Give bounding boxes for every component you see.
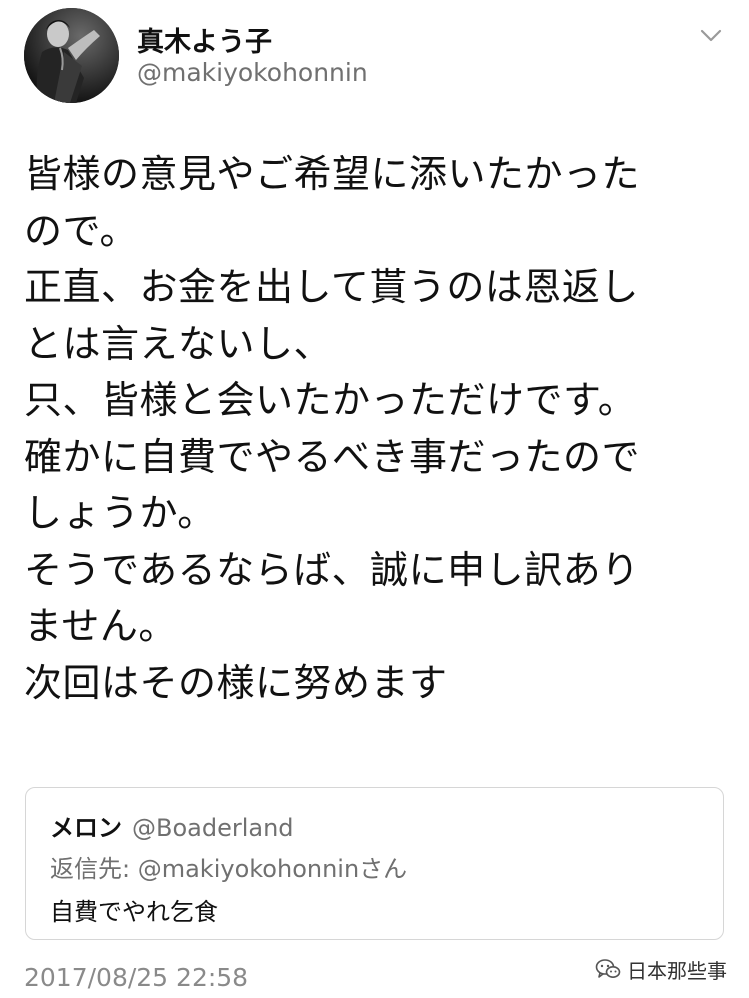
tweet-text: 皆様の意見やご希望に添いたかった ので。 正直、お金を出して貰うのは恩返し とは… xyxy=(24,146,729,711)
chevron-down-icon[interactable] xyxy=(698,22,724,48)
quoted-display-name[interactable]: メロン xyxy=(50,814,122,842)
tweet-text-line: 正直、お金を出して貰うのは恩返し xyxy=(24,265,639,309)
quoted-text: 自費でやれ乞食 xyxy=(50,898,218,926)
tweet-text-line: そうであるならば、誠に申し訳あり xyxy=(24,547,640,592)
tweet-text-line: 確かに自費でやるべき事だったので xyxy=(24,434,641,479)
tweet-text-line: しょうか。 xyxy=(24,491,216,535)
watermark-text: 日本那些事 xyxy=(627,958,727,983)
quoted-reply-to: 返信先: @makiyokohonninさん xyxy=(50,855,408,883)
watermark: 日本那些事 xyxy=(595,956,727,983)
tweet-text-line: とは言えないし、 xyxy=(24,321,333,366)
tweet-header: 真木よう子 @makiyokohonnin xyxy=(24,8,724,104)
quoted-author: メロン @Boaderland xyxy=(50,808,294,843)
tweet-card: 真木よう子 @makiyokohonnin 皆様の意見やご希望に添いたかった の… xyxy=(0,0,749,998)
quoted-tweet[interactable]: メロン @Boaderland 返信先: @makiyokohonninさん 自費… xyxy=(25,787,724,940)
tweet-text-line: ません。 xyxy=(24,604,177,648)
avatar-photo xyxy=(24,8,119,103)
tweet-text-line: ので。 xyxy=(24,208,138,253)
avatar[interactable] xyxy=(24,8,119,103)
wechat-icon xyxy=(595,958,621,980)
tweet-text-line: 只、皆様と会いたかっただけです。 xyxy=(24,378,637,422)
display-name[interactable]: 真木よう子 xyxy=(137,20,272,59)
user-handle[interactable]: @makiyokohonnin xyxy=(137,58,368,87)
tweet-text-line: 次回はその様に努めます xyxy=(24,660,448,705)
quoted-user-handle[interactable]: @Boaderland xyxy=(132,814,294,842)
tweet-timestamp[interactable]: 2017/08/25 22:58 xyxy=(24,963,248,992)
tweet-text-line: 皆様の意見やご希望に添いたかった xyxy=(24,152,641,196)
